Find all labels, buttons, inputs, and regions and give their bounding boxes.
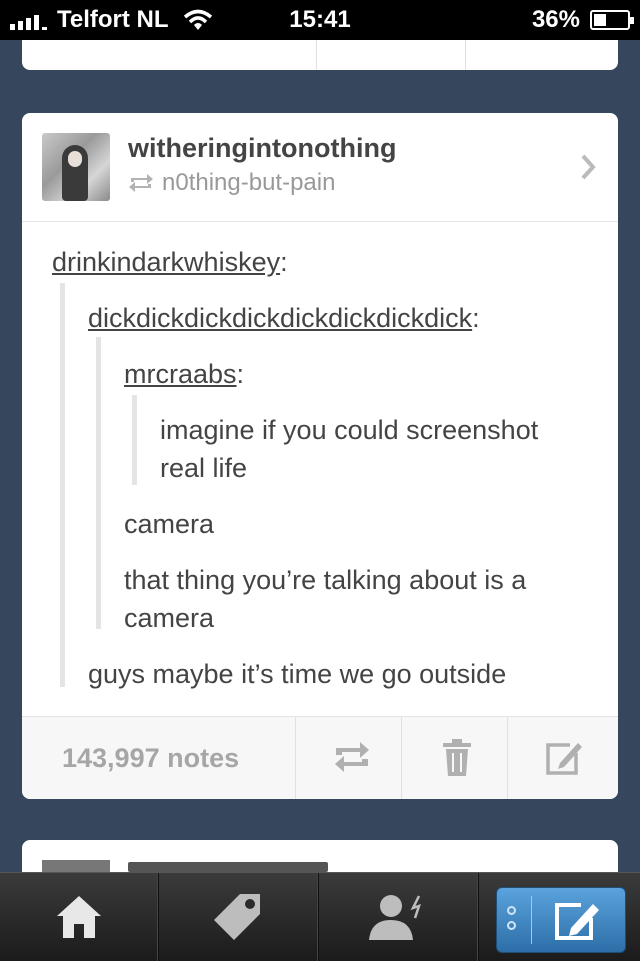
trash-icon[interactable] [442, 739, 472, 777]
tab-account[interactable] [320, 873, 479, 961]
notes-count[interactable]: 143,997 notes [62, 743, 239, 774]
post-username-partial [128, 862, 328, 872]
reblog-source-name: n0thing-but-pain [162, 169, 336, 196]
post-card: witheringintonothing n0thing-but-pain dr… [22, 113, 618, 799]
post-header[interactable]: witheringintonothing n0thing-but-pain [22, 113, 618, 222]
tab-compose[interactable] [496, 887, 626, 953]
menu-dots-icon [507, 906, 516, 936]
home-icon [57, 896, 101, 938]
tag-icon [214, 894, 260, 940]
post-footer: 143,997 notes [22, 716, 618, 799]
tab-bar [0, 872, 640, 961]
edit-icon[interactable] [544, 739, 584, 777]
quote-text: imagine if you could screenshot [160, 415, 539, 445]
reblog-source[interactable]: n0thing-but-pain [128, 169, 335, 197]
quote-bar [132, 395, 137, 485]
quote-bar [96, 337, 101, 629]
quote-text: real life [160, 453, 248, 483]
tab-tags[interactable] [160, 873, 319, 961]
previous-post-footer [22, 40, 618, 70]
compose-icon [555, 903, 599, 940]
chevron-right-icon[interactable] [580, 153, 596, 181]
thread-user-link[interactable]: mrcraabs [124, 359, 237, 389]
reply-text: camera [124, 509, 215, 539]
thread-user-link[interactable]: drinkindarkwhiskey [52, 247, 280, 277]
post-username[interactable]: witheringintonothing [128, 133, 396, 164]
status-bar: Telfort NL 15:41 36% [0, 0, 640, 40]
reblog-icon[interactable] [332, 739, 372, 775]
thread-user-link[interactable]: dickdickdickdickdickdickdickdick [88, 303, 472, 333]
tab-home[interactable] [0, 873, 159, 961]
battery-icon [590, 10, 634, 30]
quote-bar [60, 283, 65, 687]
reply-text: camera [124, 603, 215, 633]
reblog-icon [129, 174, 153, 192]
battery-percent: 36% [531, 6, 580, 33]
reply-text: guys maybe it’s time we go outside [88, 659, 507, 689]
account-icon [369, 895, 421, 940]
reply-text: that thing you’re talking about is a [124, 565, 527, 595]
avatar[interactable] [42, 133, 110, 201]
